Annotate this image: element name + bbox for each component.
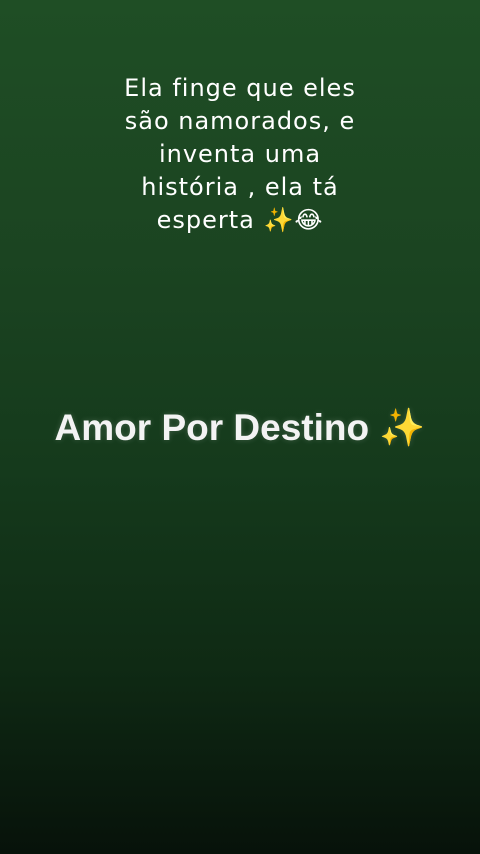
caption-line: Ela finge que eles: [124, 74, 356, 102]
caption-text: Ela finge que eles são namorados, e inve…: [0, 72, 480, 237]
video-title: Amor Por Destino ✨: [54, 407, 426, 448]
caption-line: inventa uma: [158, 140, 322, 168]
caption-line: história , ela tá: [141, 173, 339, 201]
caption-line: são namorados, e: [124, 107, 356, 135]
video-frame: { "caption": { "lines": [ "Ela finge que…: [0, 0, 480, 854]
caption-line: esperta ✨😂: [156, 206, 324, 234]
